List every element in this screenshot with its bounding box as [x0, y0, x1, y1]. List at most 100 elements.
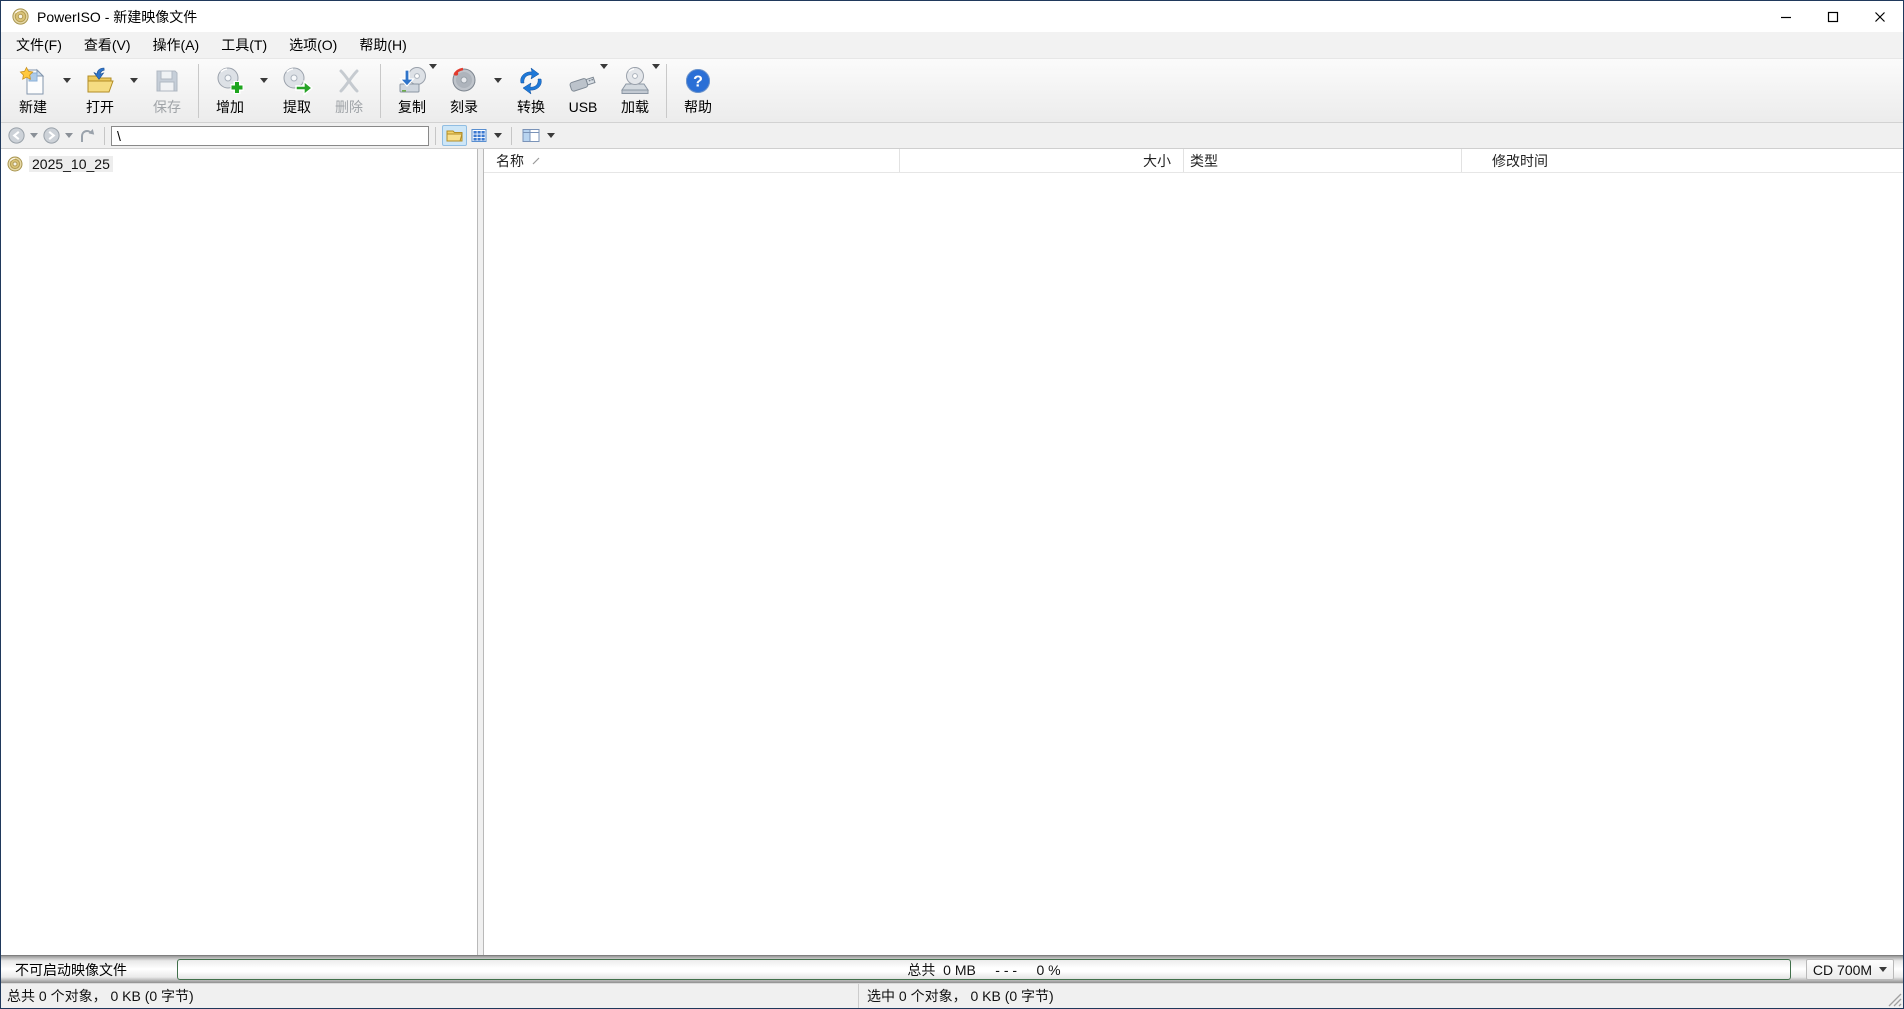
- title-bar: PowerISO - 新建映像文件: [1, 1, 1903, 32]
- view-mode-button[interactable]: [467, 125, 491, 146]
- chevron-down-icon: [547, 133, 555, 138]
- browse-folders-toggle[interactable]: [442, 125, 467, 146]
- file-list-header: 名称 大小 类型 修改时间: [484, 149, 1903, 173]
- minimize-button[interactable]: [1762, 1, 1809, 32]
- path-input[interactable]: [111, 126, 429, 146]
- toolbar-separator: [198, 64, 199, 118]
- burn-dropdown[interactable]: [490, 61, 505, 121]
- menu-bar: 文件(F) 查看(V) 操作(A) 工具(T) 选项(O) 帮助(H): [1, 32, 1903, 59]
- column-header-name[interactable]: 名称: [484, 149, 900, 172]
- menu-tools[interactable]: 工具(T): [210, 32, 278, 58]
- forward-history-dropdown[interactable]: [62, 132, 76, 139]
- help-icon: ?: [682, 65, 714, 97]
- chevron-down-icon[interactable]: [429, 64, 437, 69]
- burn-button[interactable]: 刻录: [438, 61, 490, 121]
- toolbar-label: 提取: [283, 99, 311, 115]
- address-bar: [1, 123, 1903, 149]
- menu-action[interactable]: 操作(A): [142, 32, 211, 58]
- app-disc-icon: [12, 8, 29, 25]
- forward-button[interactable]: [41, 126, 62, 145]
- addressbar-separator: [435, 127, 436, 145]
- file-list-body[interactable]: [484, 173, 1903, 955]
- disc-icon: [7, 156, 23, 172]
- chevron-down-icon: [130, 78, 138, 83]
- column-label: 大小: [1143, 151, 1171, 171]
- toolbar-label: USB: [569, 99, 598, 115]
- status-bar: 总共 0 个对象， 0 KB (0 字节) 选中 0 个对象， 0 KB (0 …: [1, 983, 1903, 1008]
- view-grid-icon: [471, 128, 487, 143]
- column-header-type[interactable]: 类型: [1184, 149, 1462, 172]
- chevron-down-icon: [30, 133, 38, 138]
- help-button[interactable]: ? 帮助: [672, 61, 724, 121]
- new-image-dropdown[interactable]: [59, 61, 74, 121]
- status-total-text: 总共 0 个对象， 0 KB (0 字节): [7, 986, 194, 1006]
- add-files-button[interactable]: 增加: [204, 61, 256, 121]
- delete-icon: [333, 65, 365, 97]
- menu-view[interactable]: 查看(V): [73, 32, 142, 58]
- capacity-usage-text: 总共 0 MB - - - 0 %: [907, 960, 1060, 980]
- open-button[interactable]: 打开: [74, 61, 126, 121]
- status-selected-pane: 选中 0 个对象， 0 KB (0 字节): [859, 984, 1903, 1008]
- up-arrow-icon: [78, 127, 96, 144]
- menu-help[interactable]: 帮助(H): [348, 32, 417, 58]
- column-header-size[interactable]: 大小: [900, 149, 1184, 172]
- capacity-row: 不可启动映像文件 总共 0 MB - - - 0 % CD 700M: [1, 955, 1903, 983]
- panel-layout-button[interactable]: [518, 125, 544, 146]
- usb-icon: [567, 65, 599, 97]
- chevron-down-icon: [63, 78, 71, 83]
- toolbar-label: 增加: [216, 99, 244, 115]
- copy-disc-icon: [396, 65, 428, 97]
- open-dropdown[interactable]: [126, 61, 141, 121]
- convert-button[interactable]: 转换: [505, 61, 557, 121]
- toolbar-label: 新建: [19, 99, 47, 115]
- toolbar-label: 打开: [86, 99, 114, 115]
- addressbar-separator: [104, 127, 105, 145]
- maximize-button[interactable]: [1809, 1, 1856, 32]
- save-icon: [151, 65, 183, 97]
- media-capacity-value: CD 700M: [1813, 962, 1872, 978]
- up-level-button[interactable]: [76, 126, 98, 145]
- image-tree-panel[interactable]: 2025_10_25: [1, 149, 478, 955]
- tree-item-label[interactable]: 2025_10_25: [29, 156, 113, 172]
- chevron-down-icon[interactable]: [652, 64, 660, 69]
- back-icon: [8, 127, 25, 144]
- menu-file[interactable]: 文件(F): [5, 32, 73, 58]
- menu-options[interactable]: 选项(O): [278, 32, 348, 58]
- main-area: 2025_10_25 名称 大小 类型 修改时间: [1, 149, 1903, 955]
- copy-disc-button[interactable]: 复制: [386, 61, 438, 121]
- new-image-button[interactable]: 新建: [7, 61, 59, 121]
- resize-grip[interactable]: [1888, 993, 1902, 1007]
- chevron-down-icon: [494, 78, 502, 83]
- media-capacity-select[interactable]: CD 700M: [1806, 959, 1894, 980]
- window-controls: [1762, 1, 1903, 32]
- back-button[interactable]: [6, 126, 27, 145]
- tree-item-root[interactable]: 2025_10_25: [1, 154, 477, 174]
- mount-button[interactable]: 加载: [609, 61, 661, 121]
- panel-layout-icon: [522, 128, 540, 143]
- view-mode-dropdown[interactable]: [491, 132, 505, 139]
- close-icon: [1874, 11, 1886, 23]
- mount-icon: [619, 65, 651, 97]
- open-icon: [84, 65, 116, 97]
- panel-layout-dropdown[interactable]: [544, 132, 558, 139]
- status-total-pane: 总共 0 个对象， 0 KB (0 字节): [1, 984, 859, 1008]
- sort-ascending-icon: [532, 157, 540, 165]
- file-list-panel: 名称 大小 类型 修改时间: [484, 149, 1903, 955]
- close-button[interactable]: [1856, 1, 1903, 32]
- chevron-down-icon: [65, 133, 73, 138]
- extract-button[interactable]: 提取: [271, 61, 323, 121]
- toolbar-label: 转换: [517, 99, 545, 115]
- usb-button[interactable]: USB: [557, 61, 609, 121]
- column-label: 类型: [1190, 151, 1218, 171]
- new-image-icon: [17, 65, 49, 97]
- capacity-bar: 总共 0 MB - - - 0 %: [177, 959, 1791, 980]
- powiso-window: PowerISO - 新建映像文件 文件(F) 查看(V) 操作(A) 工具(T…: [0, 0, 1904, 1009]
- toolbar-label: 加载: [621, 99, 649, 115]
- toolbar-label: 帮助: [684, 99, 712, 115]
- addressbar-separator: [511, 127, 512, 145]
- add-files-dropdown[interactable]: [256, 61, 271, 121]
- back-history-dropdown[interactable]: [27, 132, 41, 139]
- column-header-modified[interactable]: 修改时间: [1462, 149, 1903, 172]
- toolbar: 新建 打开 保存: [1, 59, 1903, 123]
- chevron-down-icon[interactable]: [600, 64, 608, 69]
